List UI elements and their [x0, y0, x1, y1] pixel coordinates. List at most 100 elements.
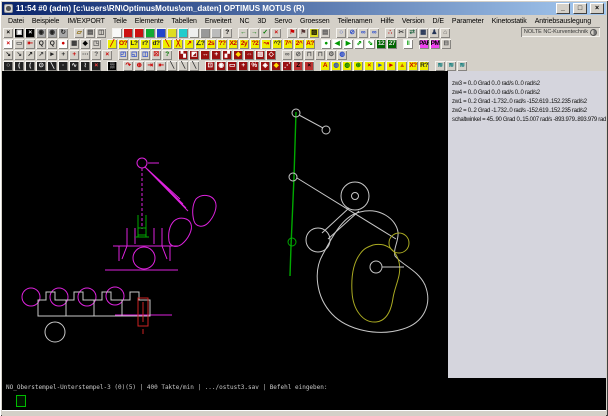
- tb-cam-3-icon[interactable]: ↔: [200, 50, 210, 60]
- tb-tangent-3-icon[interactable]: ╲: [189, 61, 199, 71]
- menu-version[interactable]: Version: [398, 18, 429, 25]
- tb-step-fwd-icon[interactable]: ▶: [343, 39, 353, 49]
- tb-move-icon[interactable]: ◆: [80, 39, 90, 49]
- tb-gears-icon[interactable]: ⚙: [326, 50, 336, 60]
- tb-print-icon[interactable]: ⊟: [441, 39, 451, 49]
- tb-globe-blue-icon[interactable]: ◍: [331, 61, 341, 71]
- menu-tabellen[interactable]: Tabellen: [168, 18, 201, 25]
- command-cursor[interactable]: [16, 395, 26, 407]
- tb-move-cross-icon[interactable]: +: [58, 50, 68, 60]
- menu-d-e[interactable]: D/E: [429, 18, 448, 25]
- tb-screen-x-icon[interactable]: ×: [25, 28, 35, 38]
- tb-draw-freeform-2-icon[interactable]: ≀: [80, 61, 90, 71]
- titlebar[interactable]: 11:54 #0 (adm) [c:\users\RN\OptimusMotus…: [2, 2, 606, 15]
- tb-measure-qq-icon[interactable]: ??: [217, 39, 227, 49]
- tb-motion-z-icon[interactable]: Z: [293, 61, 303, 71]
- tb-help-icon[interactable]: ?: [222, 28, 232, 38]
- tb-motion-5-icon[interactable]: %: [249, 61, 259, 71]
- tb-measure-2s-icon[interactable]: 2s: [206, 39, 216, 49]
- tb-measure-2up-icon[interactable]: 2^: [294, 39, 304, 49]
- tb-measure-x2-icon[interactable]: X2: [228, 39, 238, 49]
- tb-bar-red-2-icon[interactable]: [134, 28, 144, 38]
- tb-vector-blue-icon[interactable]: ►: [375, 61, 385, 71]
- tb-cam-8-icon[interactable]: ▨: [255, 50, 265, 60]
- tb-attach-1-icon[interactable]: ⇥: [145, 61, 155, 71]
- tb-rings-off-icon[interactable]: ⊘: [293, 50, 303, 60]
- tb-measure-d-icon[interactable]: d?: [151, 39, 161, 49]
- tb-measure-cross-icon[interactable]: ╳: [173, 39, 183, 49]
- tb-measure-r-icon[interactable]: r?: [140, 39, 150, 49]
- tb-x-query-icon[interactable]: X?: [408, 61, 418, 71]
- tb-draw-delete-icon[interactable]: ×: [91, 61, 101, 71]
- tb-rings-icon[interactable]: ∞: [282, 50, 292, 60]
- menu-hilfe[interactable]: Hilfe: [376, 18, 398, 25]
- tb-close-small-icon[interactable]: ×: [3, 28, 13, 38]
- tb-grid-icon[interactable]: ▦: [69, 39, 79, 49]
- tb-view-close-icon[interactable]: ☒: [151, 50, 161, 60]
- tb-cam-2-icon[interactable]: ◩: [189, 50, 199, 60]
- tb-count-27-icon[interactable]: 27: [387, 39, 397, 49]
- tb-view-split-icon[interactable]: ◫: [140, 50, 150, 60]
- tb-vector-red-icon[interactable]: ►: [386, 61, 396, 71]
- tb-dots-icon[interactable]: ⋯: [80, 50, 90, 60]
- tb-tangent-2-icon[interactable]: ╲: [178, 61, 188, 71]
- tb-add-icon[interactable]: +: [69, 50, 79, 60]
- tb-flag-dark-icon[interactable]: ⚑: [298, 28, 308, 38]
- tb-pointer-4-icon[interactable]: ↗: [36, 50, 46, 60]
- tb-trace-red-icon[interactable]: ∴: [385, 28, 395, 38]
- tb-arrow-right-icon[interactable]: →: [249, 28, 259, 38]
- tb-document-icon[interactable]: ▤: [85, 28, 95, 38]
- tb-run-down-icon[interactable]: ⇘: [365, 39, 375, 49]
- tb-wave-1-icon[interactable]: ≋: [435, 61, 445, 71]
- tb-pointer-1-icon[interactable]: ↘: [3, 50, 13, 60]
- tb-bar-white-icon[interactable]: [112, 28, 122, 38]
- tb-bar-light-icon[interactable]: [189, 28, 199, 38]
- tb-draw-point-icon[interactable]: ·: [58, 61, 68, 71]
- tb-target-icon[interactable]: ⊕: [134, 61, 144, 71]
- menu-antriebsauslegung[interactable]: Antriebsauslegung: [531, 18, 595, 25]
- tb-par-icon[interactable]: PAR: [419, 39, 429, 49]
- tb-cassette-2-icon[interactable]: ◉: [47, 28, 57, 38]
- tb-wave-2-icon[interactable]: ≋: [446, 61, 456, 71]
- tb-cam-delete-icon[interactable]: ×: [364, 61, 374, 71]
- tb-draw-freeform-1-icon[interactable]: ∿: [69, 61, 79, 71]
- tb-measure-angle-icon[interactable]: ∠?: [195, 39, 205, 49]
- tb-ellipse-blue-icon[interactable]: ○: [336, 28, 346, 38]
- tb-motion-x-icon[interactable]: ×: [304, 61, 314, 71]
- tb-circles-blue-2-icon[interactable]: ∞: [369, 28, 379, 38]
- tb-lock-2-icon[interactable]: ⊓: [315, 50, 325, 60]
- tb-bar-gray-1-icon[interactable]: [200, 28, 210, 38]
- menu-teile[interactable]: Teile: [109, 18, 131, 25]
- tb-measure-o-icon[interactable]: O?: [118, 39, 128, 49]
- tb-bar-cyan-icon[interactable]: [178, 28, 188, 38]
- tb-measure-up-icon[interactable]: ^?: [272, 39, 282, 49]
- tb-globe-green-icon[interactable]: ◍: [342, 61, 352, 71]
- menu-erweitert[interactable]: Erweitert: [201, 18, 236, 25]
- tb-ellipse-cross-icon[interactable]: ⊘: [347, 28, 357, 38]
- tb-draw-arc-1-icon[interactable]: (: [14, 61, 24, 71]
- tb-zoom-2-icon[interactable]: Q: [47, 39, 57, 49]
- maximize-button[interactable]: □: [573, 3, 587, 14]
- tb-corner-icon[interactable]: ◳: [91, 39, 101, 49]
- tb-cam-6-icon[interactable]: ◆: [233, 50, 243, 60]
- tb-bar-yellow-icon[interactable]: [167, 28, 177, 38]
- tb-cam-plot-icon[interactable]: ⊛: [353, 61, 363, 71]
- menu-datei[interactable]: Datei: [4, 18, 28, 25]
- tb-note-icon[interactable]: ▤: [320, 28, 330, 38]
- tb-measure-a-icon[interactable]: A?: [305, 39, 315, 49]
- tb-draw-line-icon[interactable]: ╲: [47, 61, 57, 71]
- tb-bar-gray-2-icon[interactable]: [211, 28, 221, 38]
- tb-cassette-1-icon[interactable]: ◉: [36, 28, 46, 38]
- tb-motion-3-icon[interactable]: ▭: [227, 61, 237, 71]
- tb-refresh-icon[interactable]: ↻: [58, 28, 68, 38]
- tb-measure-l-icon[interactable]: L?: [129, 39, 139, 49]
- tb-warn-icon[interactable]: ▲: [397, 61, 407, 71]
- canvas-drawing[interactable]: [2, 71, 448, 378]
- menu-elemente[interactable]: Elemente: [131, 18, 168, 25]
- tb-bars-icon[interactable]: ‖: [403, 39, 413, 49]
- tb-draw-circle-icon[interactable]: ○: [3, 61, 13, 71]
- tb-red-dot-icon[interactable]: ●: [58, 39, 68, 49]
- tb-frame-icon[interactable]: ▭: [14, 39, 24, 49]
- tb-cam-1-icon[interactable]: ▚: [178, 50, 188, 60]
- tb-circles-blue-1-icon[interactable]: ∞: [358, 28, 368, 38]
